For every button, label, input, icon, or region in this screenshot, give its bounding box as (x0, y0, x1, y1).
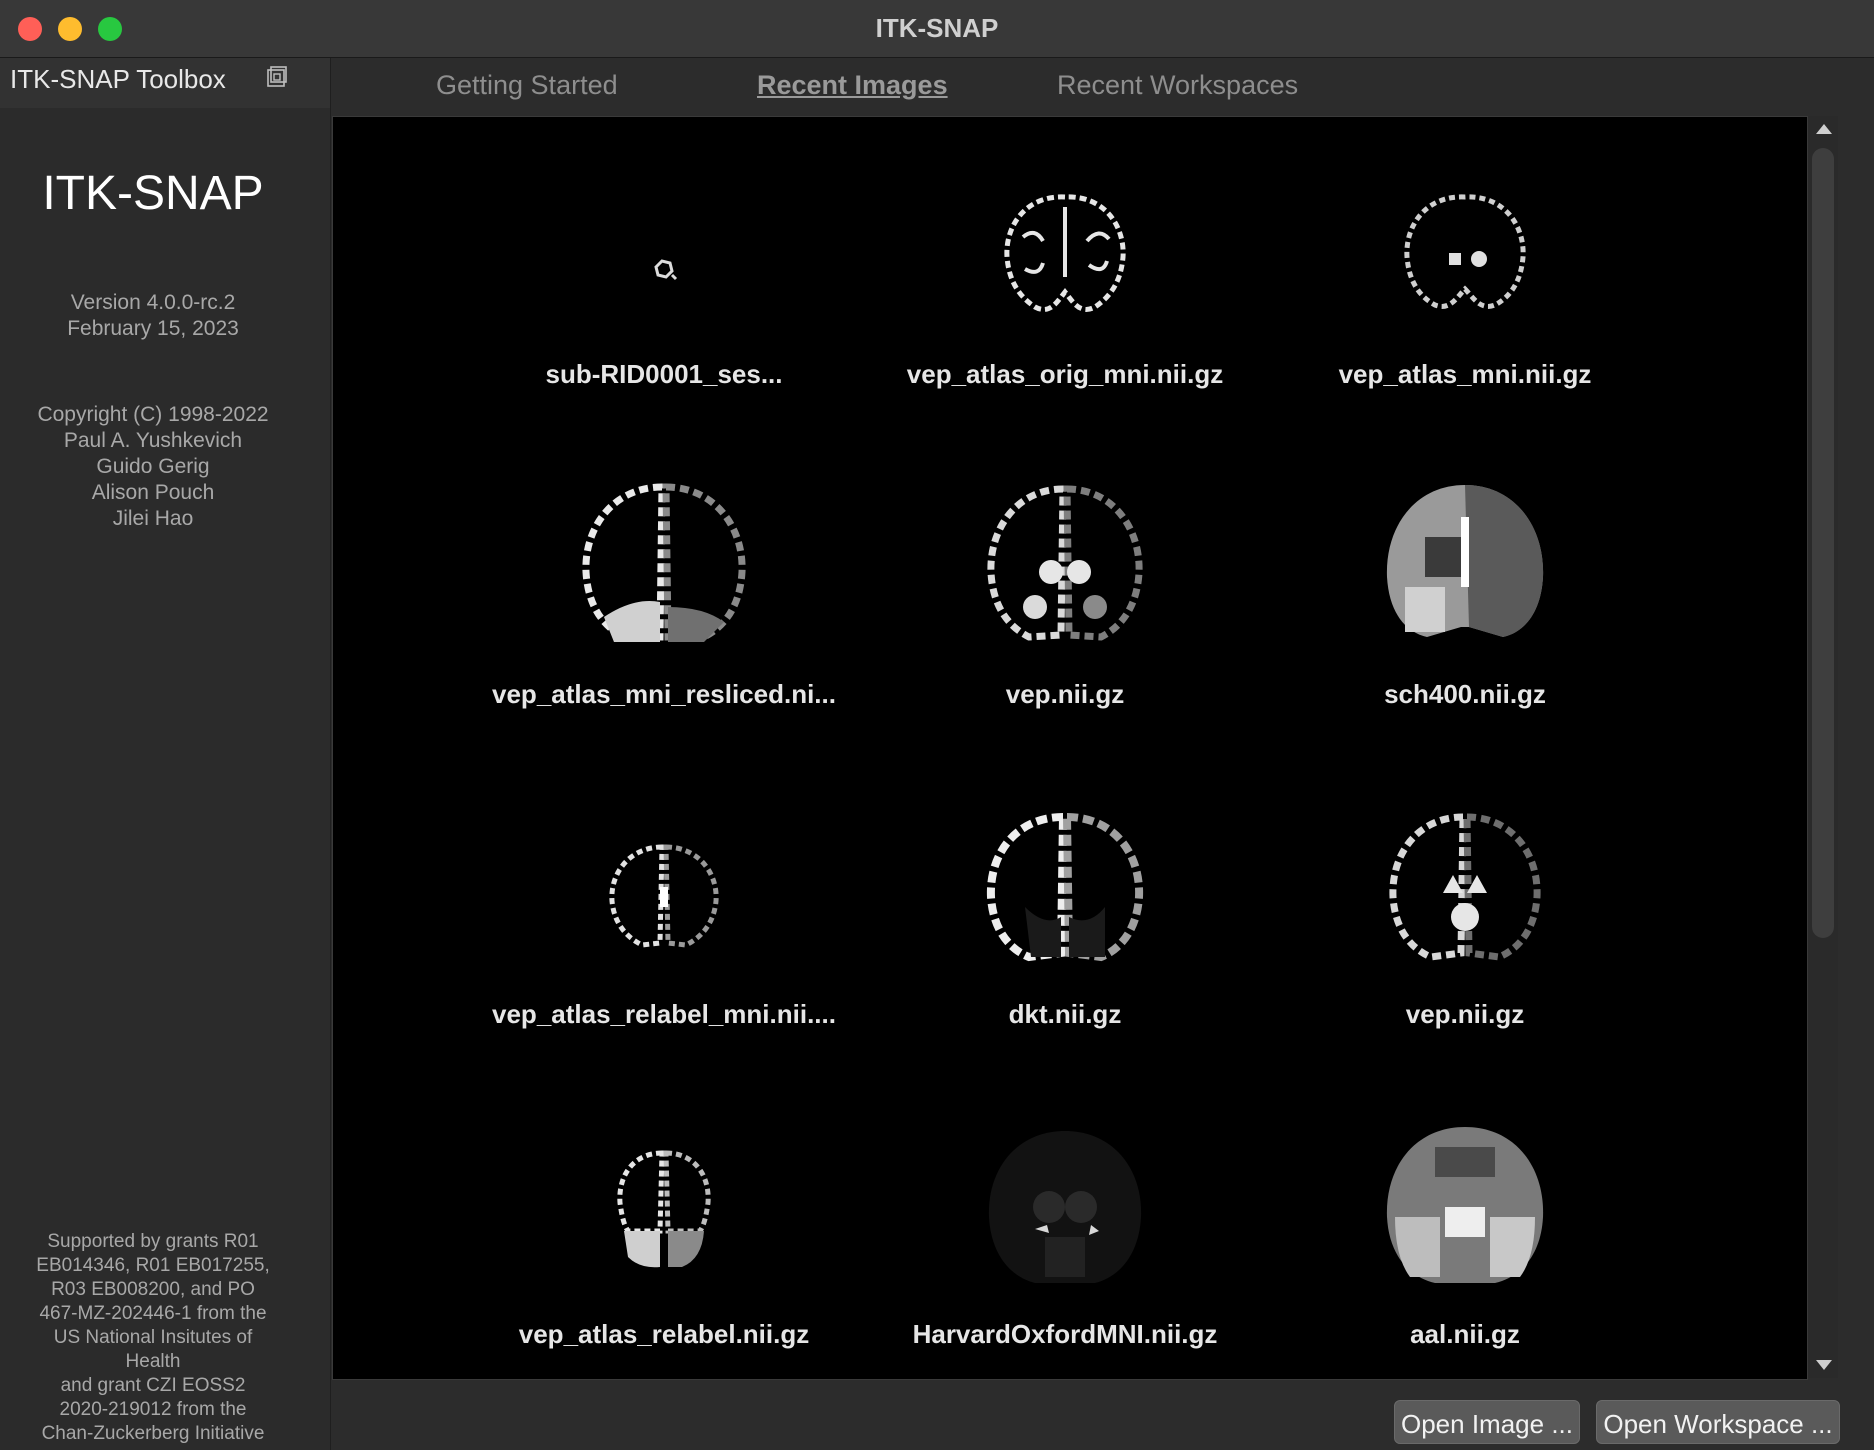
author-name: Jilei Hao (112, 507, 194, 530)
brain-scan-icon (609, 844, 719, 948)
brain-scan-icon (582, 483, 746, 642)
grant-line: and grant CZI EOSS2 (60, 1375, 246, 1396)
brain-scan-icon (1004, 194, 1126, 312)
image-filename: aal.nii.gz (1410, 1319, 1520, 1349)
author-name: Paul A. Yushkevich (63, 429, 243, 452)
image-filename: sub-RID0001_ses... (545, 359, 783, 389)
image-filename: vep_atlas_mni.nii.gz (1338, 359, 1592, 389)
scroll-up-arrow-icon[interactable] (1816, 124, 1832, 134)
image-filename: HarvardOxfordMNI.nii.gz (912, 1319, 1218, 1349)
image-filename: sch400.nii.gz (1384, 679, 1546, 709)
toolbox-title: ITK-SNAP Toolbox (10, 64, 226, 94)
open-workspace-button[interactable]: Open Workspace ... (1596, 1400, 1840, 1444)
image-filename: vep_atlas_orig_mni.nii.gz (906, 359, 1224, 389)
image-filename: vep.nii.gz (1005, 679, 1125, 709)
grant-line: Chan-Zuckerberg Initiative (41, 1423, 265, 1444)
brain-scan-icon (654, 259, 678, 281)
recent-images-grid: sub-RID0001_ses... vep_atlas_orig_mni.ni… (332, 116, 1808, 1380)
undock-panel-icon[interactable] (266, 66, 288, 88)
author-name: Guido Gerig (96, 455, 210, 478)
brain-scan-icon (1386, 1127, 1544, 1283)
brain-scan-icon (986, 812, 1144, 962)
recent-image-tile[interactable]: aal.nii.gz (1265, 1097, 1665, 1379)
recent-image-tile[interactable]: vep_atlas_relabel_mni.nii.... (464, 777, 864, 1077)
grant-line: 467-MZ-202446-1 from the (39, 1303, 267, 1324)
brain-scan-icon (988, 1131, 1142, 1283)
scroll-down-arrow-icon[interactable] (1816, 1360, 1832, 1370)
app-window: ITK-SNAP ITK-SNAP Toolbox ITK-SNAP Versi… (0, 0, 1874, 1450)
grant-line: EB014346, R01 EB017255, (36, 1255, 270, 1276)
recent-image-tile[interactable]: vep.nii.gz (865, 457, 1265, 757)
copyright-line: Copyright (C) 1998-2022 (37, 403, 269, 426)
image-filename: vep_atlas_relabel.nii.gz (518, 1319, 810, 1349)
tab-recent-images[interactable]: Recent Images (757, 70, 948, 101)
recent-image-tile[interactable]: dkt.nii.gz (865, 777, 1265, 1077)
version-text: Version 4.0.0-rc.2 (70, 291, 236, 314)
brain-scan-icon (1389, 813, 1541, 961)
brain-scan-icon (987, 485, 1143, 641)
window-title: ITK-SNAP (875, 13, 999, 43)
grant-line: 2020-219012 from the (59, 1399, 247, 1420)
recent-image-tile[interactable]: vep_atlas_orig_mni.nii.gz (865, 137, 1265, 437)
open-image-button[interactable]: Open Image ... (1394, 1400, 1580, 1444)
brain-scan-icon (1386, 485, 1544, 637)
image-filename: vep_atlas_mni_resliced.ni... (492, 679, 836, 709)
grant-line: Supported by grants R01 (47, 1231, 259, 1252)
release-date: February 15, 2023 (67, 317, 239, 340)
image-filename: dkt.nii.gz (1008, 999, 1122, 1029)
toolbox-header: ITK-SNAP Toolbox (0, 58, 330, 108)
brain-scan-icon (1404, 194, 1526, 309)
grant-line: Health (125, 1351, 181, 1372)
brain-scan-icon (617, 1150, 711, 1268)
welcome-tabs: Getting Started Recent Images Recent Wor… (330, 58, 1874, 114)
grant-line: R03 EB008200, and PO (51, 1279, 255, 1300)
recent-image-tile[interactable]: vep.nii.gz (1265, 777, 1665, 1077)
scrollbar-thumb[interactable] (1812, 148, 1834, 938)
recent-image-tile[interactable]: vep_atlas_mni_resliced.ni... (464, 457, 864, 757)
vertical-scrollbar[interactable] (1808, 116, 1838, 1378)
recent-image-tile[interactable]: sub-RID0001_ses... (464, 137, 864, 437)
tab-recent-workspaces[interactable]: Recent Workspaces (1057, 70, 1298, 101)
recent-image-tile[interactable]: HarvardOxfordMNI.nii.gz (865, 1097, 1265, 1379)
image-filename: vep.nii.gz (1405, 999, 1525, 1029)
tab-getting-started[interactable]: Getting Started (436, 70, 618, 101)
grant-line: US National Insitutes of (53, 1327, 253, 1348)
app-name: ITK-SNAP (42, 167, 264, 220)
recent-image-tile[interactable]: vep_atlas_relabel.nii.gz (464, 1097, 864, 1379)
title-bar: ITK-SNAP (0, 0, 1874, 58)
author-name: Alison Pouch (91, 481, 215, 504)
toolbox-sidebar: ITK-SNAP Toolbox ITK-SNAP Version 4.0.0-… (0, 58, 331, 1450)
recent-image-tile[interactable]: vep_atlas_mni.nii.gz (1265, 137, 1665, 437)
recent-image-tile[interactable]: sch400.nii.gz (1265, 457, 1665, 757)
image-filename: vep_atlas_relabel_mni.nii.... (492, 999, 836, 1029)
